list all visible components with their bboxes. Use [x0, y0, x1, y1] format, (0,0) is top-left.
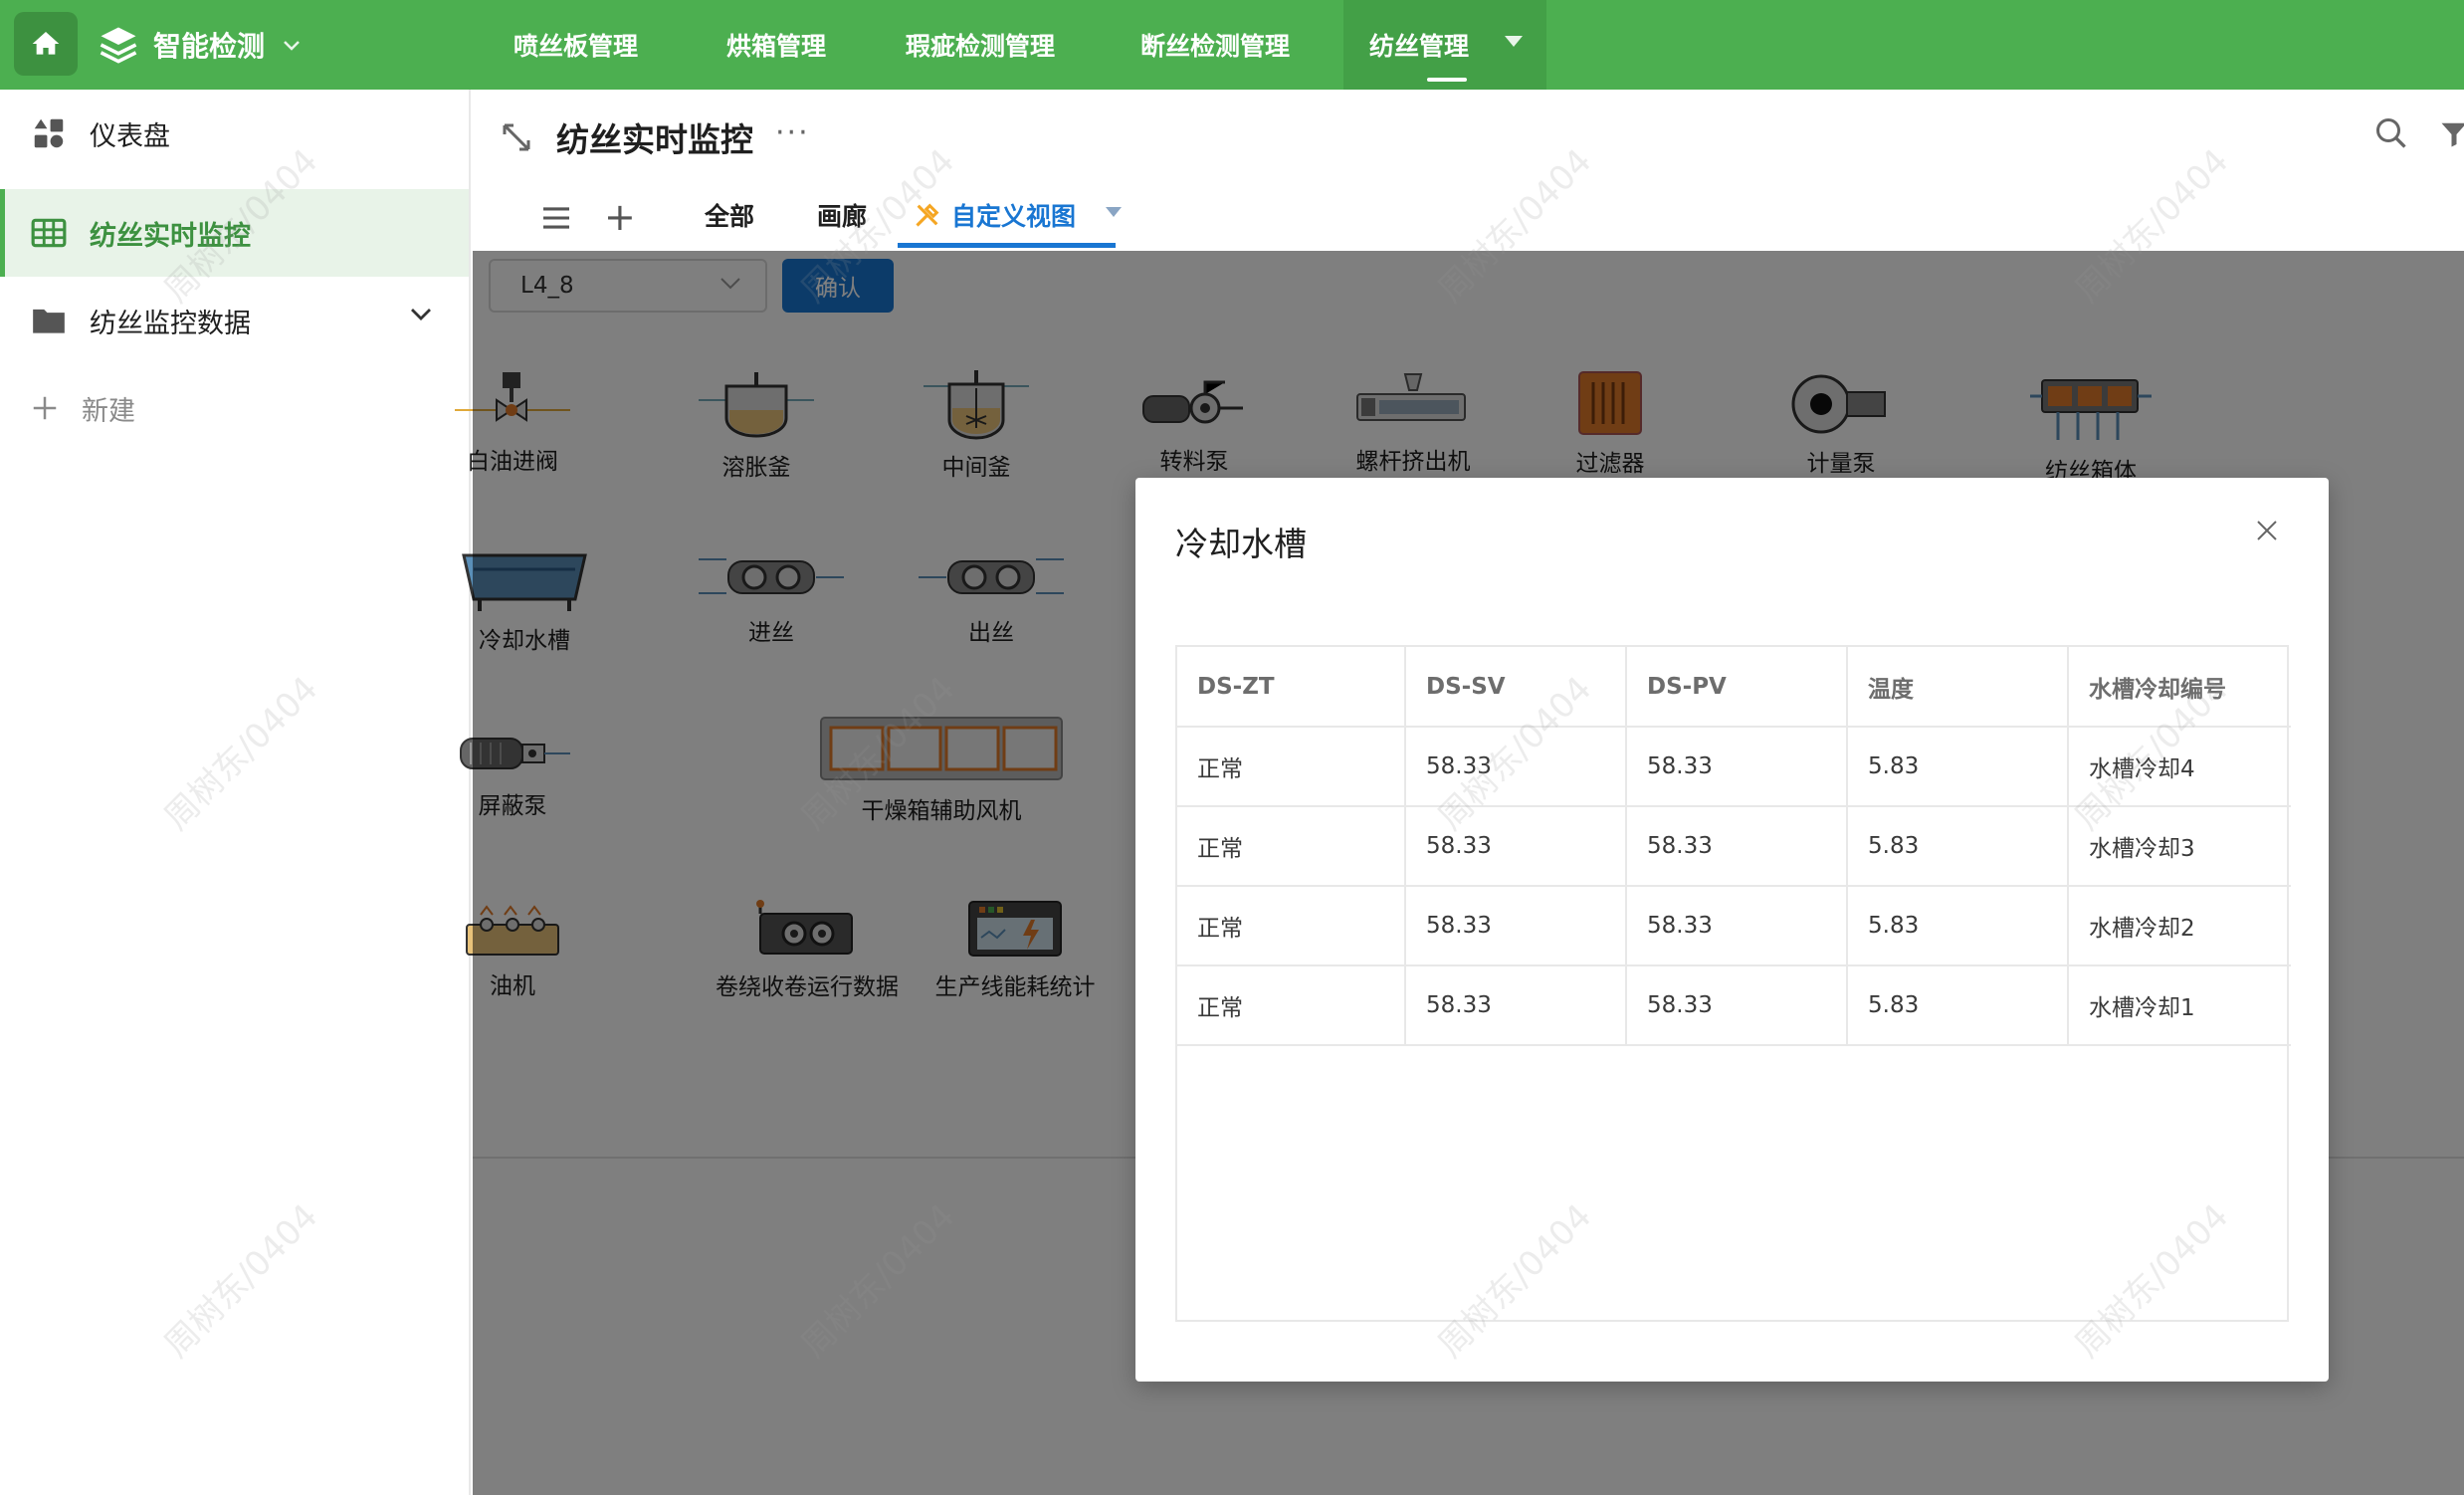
table-cell: 58.33	[1626, 965, 1848, 1046]
modal-title: 冷却水槽	[1175, 525, 1307, 563]
table-row[interactable]: 正常 58.33 58.33 5.83 水槽冷却1	[1177, 965, 2291, 1046]
table-cell: 水槽冷却1	[2068, 965, 2291, 1046]
tab-gallery[interactable]: 画廊	[817, 197, 867, 233]
app-switcher[interactable]: 智能检测	[98, 0, 301, 90]
table-cell: 5.83	[1847, 965, 2069, 1046]
table-cell: 5.83	[1847, 886, 2069, 966]
table-cell: 58.33	[1626, 886, 1848, 966]
column-header[interactable]: DS-PV	[1626, 647, 1848, 728]
table-cell: 5.83	[1847, 727, 2069, 807]
plus-icon	[33, 396, 57, 420]
table-icon	[31, 218, 67, 248]
layers-icon	[100, 27, 137, 64]
table-cell: 水槽冷却4	[2068, 727, 2291, 807]
app-title: 智能检测	[153, 30, 266, 63]
detail-modal: 冷却水槽 DS-ZT DS-SV DS-PV 温度 水槽冷却编号 正常 58.3…	[1135, 478, 2329, 1382]
chevron-down-icon[interactable]	[409, 307, 433, 322]
active-tab-indicator	[898, 243, 1116, 248]
tab-all[interactable]: 全部	[705, 197, 754, 233]
filter-icon[interactable]	[2439, 117, 2464, 151]
page-title: 纺丝实时监控	[556, 120, 753, 159]
search-icon[interactable]	[2373, 115, 2409, 151]
table-cell: 正常	[1177, 727, 1406, 807]
table-cell: 正常	[1177, 965, 1406, 1046]
caret-down-icon[interactable]	[1106, 207, 1122, 217]
topnav-item-spinneret[interactable]: 喷丝板管理	[488, 0, 701, 90]
dashboard-icon	[34, 118, 64, 148]
table-cell: 58.33	[1405, 806, 1627, 887]
table-row[interactable]: 正常 58.33 58.33 5.83 水槽冷却2	[1177, 886, 2291, 966]
table-row[interactable]: 正常 58.33 58.33 5.83 水槽冷却4	[1177, 727, 2291, 807]
column-header[interactable]: 温度	[1847, 647, 2069, 728]
table-cell: 58.33	[1626, 806, 1848, 887]
view-tabs: + 全部 画廊 自定义视图	[473, 189, 2464, 249]
sidebar-item-realtime[interactable]: 纺丝实时监控	[0, 189, 469, 277]
sidebar-item-label: 仪表盘	[90, 120, 170, 152]
data-table: DS-ZT DS-SV DS-PV 温度 水槽冷却编号 正常 58.33 58.…	[1175, 645, 2291, 1322]
menu-icon[interactable]	[540, 205, 572, 231]
sidebar-item-data[interactable]: 纺丝监控数据	[0, 277, 469, 364]
table-cell: 水槽冷却2	[2068, 886, 2291, 966]
column-header[interactable]: DS-ZT	[1177, 647, 1406, 728]
table-cell: 5.83	[1847, 806, 2069, 887]
sidebar-new-label: 新建	[82, 395, 135, 427]
sidebar-item-label: 纺丝实时监控	[90, 220, 251, 252]
column-header[interactable]: DS-SV	[1405, 647, 1627, 728]
sidebar-new-button[interactable]: 新建	[0, 364, 469, 452]
topnav-item-oven[interactable]: 烘箱管理	[701, 0, 880, 90]
table-cell: 58.33	[1405, 886, 1627, 966]
table-cell: 58.33	[1405, 965, 1627, 1046]
tab-custom-label: 自定义视图	[951, 202, 1077, 231]
top-nav: 喷丝板管理 烘箱管理 瑕疵检测管理 断丝检测管理 纺丝管理	[488, 0, 1546, 90]
active-indicator	[1427, 78, 1467, 82]
table-cell: 正常	[1177, 886, 1406, 966]
folder-icon	[33, 309, 65, 333]
table-cell: 水槽冷却3	[2068, 806, 2291, 887]
add-view-icon[interactable]: +	[604, 195, 636, 239]
more-icon[interactable]: ···	[775, 115, 810, 150]
caret-down-icon	[1505, 36, 1523, 47]
chevron-down-icon	[283, 33, 301, 58]
home-icon	[32, 32, 60, 55]
topnav-item-spinning[interactable]: 纺丝管理	[1343, 0, 1546, 90]
close-icon[interactable]	[2256, 520, 2278, 541]
table-cell: 58.33	[1405, 727, 1627, 807]
tools-icon	[916, 203, 939, 227]
home-button[interactable]	[14, 12, 78, 76]
top-bar: 智能检测 喷丝板管理 烘箱管理 瑕疵检测管理 断丝检测管理 纺丝管理	[0, 0, 2464, 90]
topnav-item-break[interactable]: 断丝检测管理	[1115, 0, 1343, 90]
column-header[interactable]: 水槽冷却编号	[2068, 647, 2291, 728]
topnav-item-defect[interactable]: 瑕疵检测管理	[880, 0, 1115, 90]
table-header-row: DS-ZT DS-SV DS-PV 温度 水槽冷却编号	[1177, 647, 2291, 728]
sidebar-item-dashboard[interactable]: 仪表盘	[0, 90, 469, 177]
topnav-item-spinning-label: 纺丝管理	[1369, 32, 1470, 61]
table-cell: 58.33	[1626, 727, 1848, 807]
sidebar: 仪表盘 纺丝实时监控 纺丝监控数据 新建	[0, 90, 471, 1495]
expand-icon[interactable]	[499, 119, 534, 155]
table-cell: 正常	[1177, 806, 1406, 887]
table-row[interactable]: 正常 58.33 58.33 5.83 水槽冷却3	[1177, 806, 2291, 887]
tab-custom[interactable]: 自定义视图	[914, 197, 1076, 233]
sidebar-item-label: 纺丝监控数据	[90, 308, 251, 339]
